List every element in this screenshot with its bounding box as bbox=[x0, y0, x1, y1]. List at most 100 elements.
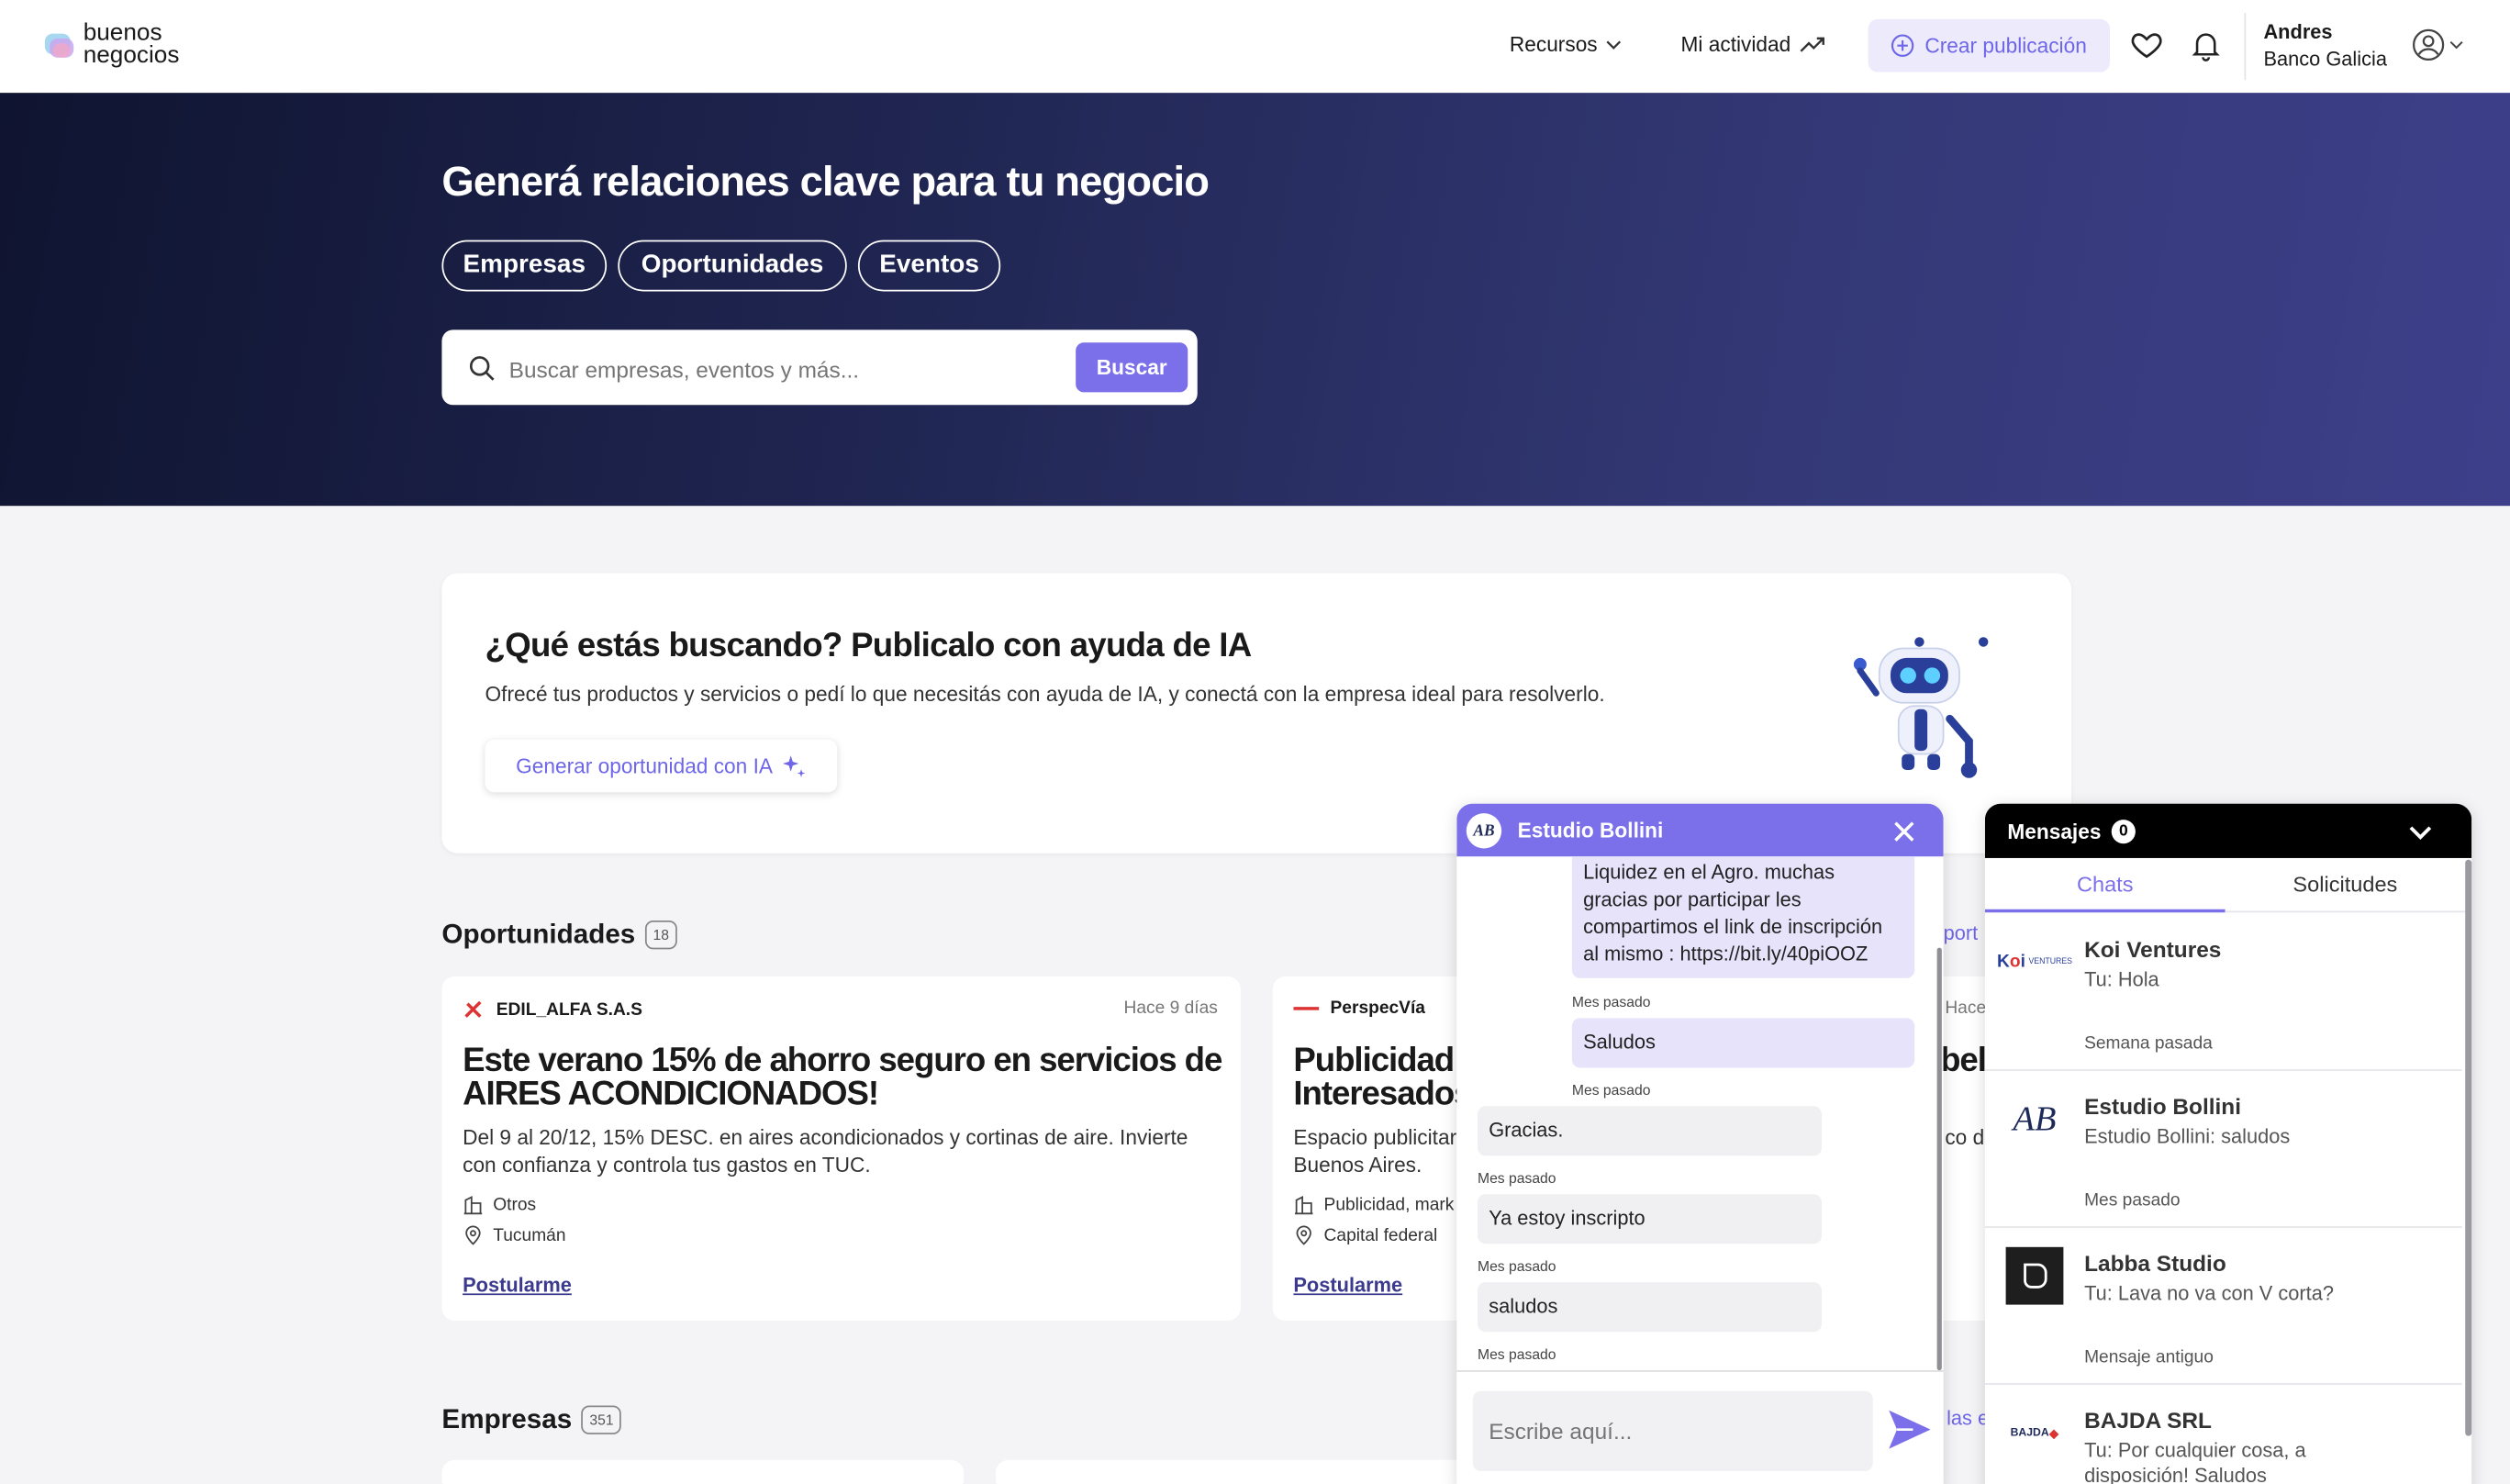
messages-panel-scrollbar[interactable] bbox=[2465, 859, 2472, 1436]
chat-contact-name: Estudio Bollini bbox=[1517, 818, 1664, 842]
user-company: Banco Galicia bbox=[2263, 48, 2387, 71]
search-icon bbox=[469, 356, 495, 381]
opportunity-time: Hace bbox=[1945, 999, 1987, 1019]
chat-list-name: Koi Ventures bbox=[2084, 936, 2222, 963]
chevron-down-icon[interactable] bbox=[2407, 824, 2433, 840]
see-all-companies-link[interactable]: las e bbox=[1947, 1407, 1989, 1429]
opportunity-category-label: Publicidad, mark bbox=[1323, 1195, 1455, 1215]
opportunities-title: Oportunidades bbox=[441, 919, 636, 950]
opportunity-desc-line2: con confianza y controla tus gastos en T… bbox=[463, 1152, 871, 1177]
location-pin-icon bbox=[465, 1225, 481, 1245]
user-menu-button[interactable] bbox=[2411, 28, 2464, 62]
chat-list-time: Semana pasada bbox=[2084, 1033, 2213, 1054]
opportunity-title-line2: AIRES ACONDICIONADOS! bbox=[463, 1076, 879, 1113]
opportunity-location-label: Tucumán bbox=[493, 1225, 566, 1245]
chat-message-incoming: saludos bbox=[1477, 1282, 1823, 1333]
user-avatar-icon bbox=[2412, 28, 2445, 61]
labba-studio-logo-icon bbox=[2005, 1246, 2064, 1305]
logo-text: buenos negocios bbox=[84, 21, 180, 68]
opportunity-category: Otros bbox=[463, 1194, 536, 1215]
generate-ai-label: Generar oportunidad con IA bbox=[516, 753, 774, 778]
search-box: Buscar bbox=[441, 329, 1198, 408]
tab-solicitudes[interactable]: Solicitudes bbox=[2225, 858, 2466, 913]
opportunity-company: EDIL_ALFA S.A.S bbox=[463, 999, 642, 1021]
chat-list-item[interactable]: Labba Studio Tu: Lava no va con V corta?… bbox=[1984, 1226, 2462, 1385]
opportunity-location: Capital federal bbox=[1293, 1224, 1437, 1245]
nav-resources-label: Recursos bbox=[1509, 31, 1598, 57]
create-publication-button[interactable]: Crear publicación bbox=[1868, 18, 2110, 73]
close-icon[interactable] bbox=[1894, 821, 1915, 842]
chat-contact-avatar: AB bbox=[1466, 813, 1502, 849]
chat-list-item[interactable]: AB Estudio Bollini Estudio Bollini: salu… bbox=[1984, 1069, 2462, 1228]
opportunity-company: PerspecVía bbox=[1293, 999, 1425, 1018]
chat-list-preview: Tu: Hola bbox=[2084, 968, 2159, 991]
chat-list-name: BAJDA SRL bbox=[2084, 1407, 2212, 1434]
chat-message-outgoing: Liquidez en el Agro. muchas gracias por … bbox=[1571, 856, 1915, 978]
user-name: Andres bbox=[2263, 20, 2333, 44]
generate-ai-opportunity-button[interactable]: Generar oportunidad con IA bbox=[485, 739, 838, 793]
company-logo-icon bbox=[1293, 1007, 1320, 1010]
chat-list-name: Labba Studio bbox=[2084, 1250, 2226, 1277]
favorites-button[interactable] bbox=[2129, 28, 2164, 62]
opportunity-category-label: Otros bbox=[493, 1195, 537, 1215]
search-button[interactable]: Buscar bbox=[1076, 342, 1188, 393]
company-card[interactable] bbox=[995, 1459, 1518, 1484]
tab-oportunidades[interactable]: Oportunidades bbox=[618, 240, 847, 292]
nav-resources[interactable]: Recursos bbox=[1510, 32, 1622, 56]
chat-message-input[interactable] bbox=[1472, 1390, 1873, 1472]
opportunity-desc-line1: Del 9 al 20/12, 15% DESC. en aires acond… bbox=[463, 1125, 1188, 1150]
opportunity-title: Este verano 15% de ahorro seguro en serv… bbox=[463, 1043, 1222, 1110]
see-all-opportunities-link[interactable]: port bbox=[1944, 922, 1979, 944]
user-info[interactable]: Andres Banco Galicia bbox=[2263, 19, 2387, 73]
nav-activity[interactable]: Mi actividad bbox=[1681, 32, 1824, 56]
opportunity-card[interactable]: EDIL_ALFA S.A.S Hace 9 días Este verano … bbox=[441, 976, 1241, 1322]
chevron-down-icon bbox=[2449, 40, 2463, 50]
chat-message-incoming: Ya estoy inscripto bbox=[1477, 1194, 1823, 1244]
chat-composer bbox=[1456, 1370, 1944, 1484]
chat-list-item[interactable]: BAJDA ◆ BAJDA SRL Tu: Por cualquier cosa,… bbox=[1985, 1383, 2462, 1484]
tab-chats[interactable]: Chats bbox=[1984, 858, 2226, 913]
header-divider bbox=[2244, 12, 2247, 81]
opportunity-location-label: Capital federal bbox=[1323, 1225, 1438, 1245]
message-line: al mismo : https://bit.ly/40piOOZ bbox=[1583, 943, 1869, 965]
company-card[interactable] bbox=[441, 1459, 965, 1484]
chat-list-name: Estudio Bollini bbox=[2084, 1093, 2242, 1120]
logo[interactable]: buenos negocios bbox=[44, 21, 180, 68]
message-line: gracias por participar les bbox=[1583, 888, 1802, 911]
unread-count-badge: 0 bbox=[2111, 820, 2136, 844]
sparkle-icon bbox=[782, 754, 805, 776]
company-logo-icon bbox=[464, 1000, 482, 1018]
opportunities-count: 18 bbox=[644, 920, 677, 950]
messages-panel: Mensajes 0 Chats Solicitudes Koi VENTURES… bbox=[1984, 803, 2472, 1484]
opportunity-company-name: PerspecVía bbox=[1330, 999, 1425, 1019]
message-timestamp: Mes pasado bbox=[1571, 994, 1651, 1010]
opportunity-title-line1: Publicidad bbox=[1293, 1042, 1455, 1079]
messages-panel-header[interactable]: Mensajes 0 bbox=[1984, 803, 2472, 858]
hero-title: Generá relaciones clave para tu negocio bbox=[441, 156, 1210, 206]
chat-list-item[interactable]: Koi VENTURES Koi Ventures Tu: Hola Semana… bbox=[1984, 912, 2462, 1071]
send-icon[interactable] bbox=[1886, 1407, 1934, 1452]
tab-empresas[interactable]: Empresas bbox=[441, 240, 608, 292]
location-pin-icon bbox=[1296, 1225, 1311, 1245]
opportunity-location: Tucumán bbox=[463, 1224, 566, 1245]
apply-button[interactable]: Postularme bbox=[1293, 1274, 1402, 1296]
opportunity-time: Hace 9 días bbox=[1123, 999, 1218, 1019]
chat-scrollbar[interactable] bbox=[1936, 947, 1942, 1371]
apply-button[interactable]: Postularme bbox=[463, 1274, 572, 1296]
nav-activity-label: Mi actividad bbox=[1680, 31, 1791, 57]
notifications-button[interactable] bbox=[2188, 28, 2223, 62]
opportunity-title-line1: Este verano 15% de ahorro seguro en serv… bbox=[463, 1042, 1222, 1079]
message-timestamp: Mes pasado bbox=[1477, 1170, 1556, 1187]
logo-icon bbox=[44, 28, 77, 61]
message-timestamp: Mes pasado bbox=[1477, 1345, 1556, 1363]
search-input[interactable] bbox=[506, 329, 1041, 408]
tab-eventos[interactable]: Eventos bbox=[857, 240, 1001, 292]
messages-panel-title: Mensajes bbox=[2007, 820, 2102, 844]
chat-list-preview: Tu: Lava no va con V corta? bbox=[2084, 1282, 2334, 1305]
companies-title: Empresas bbox=[441, 1403, 573, 1434]
chevron-down-icon bbox=[1606, 39, 1621, 50]
opportunity-description: Del 9 al 20/12, 15% DESC. en aires acond… bbox=[463, 1123, 1188, 1177]
message-line: compartimos el link de inscripción bbox=[1583, 915, 1883, 939]
building-icon bbox=[1295, 1196, 1313, 1215]
hero-banner: Generá relaciones clave para tu negocio … bbox=[0, 93, 2510, 507]
